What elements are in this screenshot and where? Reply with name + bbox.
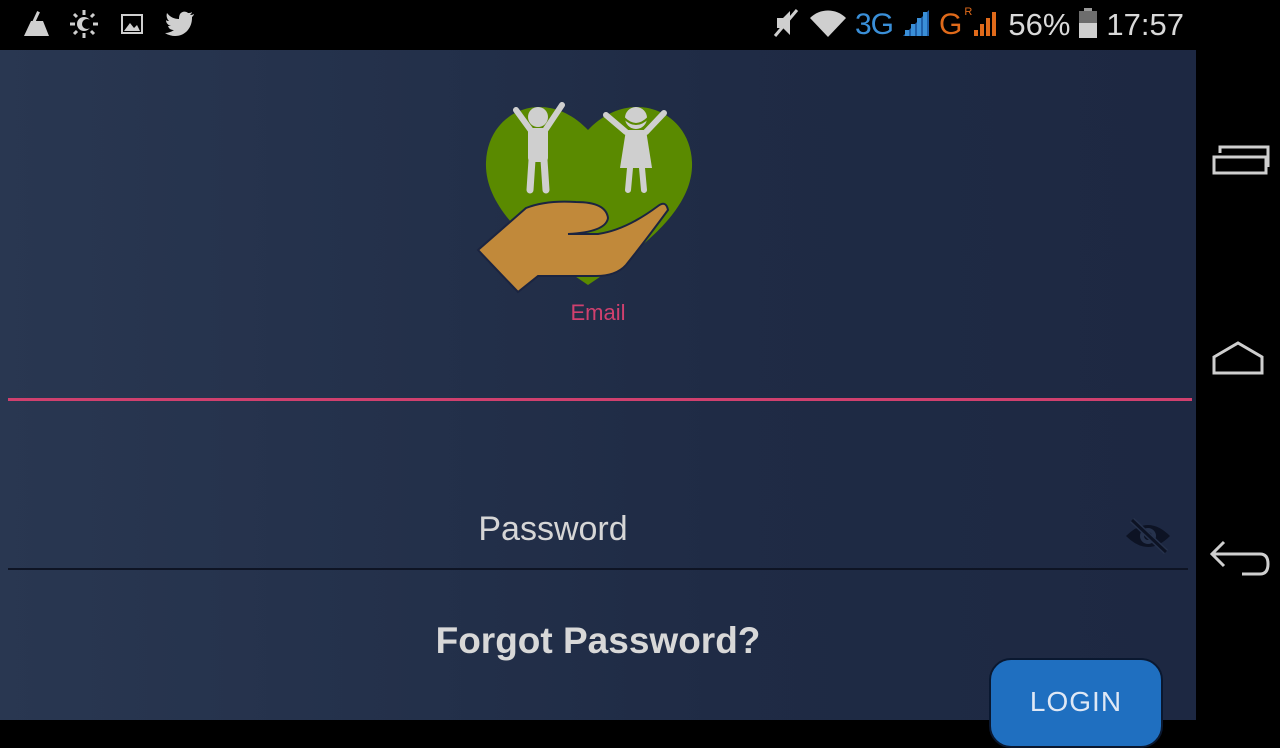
battery-percent: 56%	[1008, 7, 1071, 42]
email-field[interactable]	[8, 326, 1192, 401]
password-field[interactable]	[8, 490, 1188, 570]
brightness-icon	[68, 8, 100, 40]
back-icon	[1209, 540, 1270, 576]
clock: 17:57	[1106, 7, 1184, 42]
back-button[interactable]	[1206, 532, 1270, 582]
login-button[interactable]: LOGIN	[989, 658, 1163, 748]
mute-icon	[771, 6, 801, 45]
toggle-password-visibility-button[interactable]	[1124, 516, 1172, 556]
cleaner-icon	[20, 8, 52, 40]
login-screen: Email Forgot Password? LOGIN	[0, 50, 1196, 748]
signal-icon-3g	[901, 8, 931, 43]
navigation-bar	[1196, 0, 1280, 720]
notification-icons	[20, 8, 196, 40]
signal-icon-g	[970, 8, 1000, 43]
status-bar: 3G GR 56% 17:57	[0, 0, 1196, 50]
recent-apps-icon	[1212, 145, 1270, 175]
network-g-text: G	[939, 8, 963, 41]
wifi-icon	[809, 8, 847, 43]
recent-apps-button[interactable]	[1206, 135, 1270, 185]
twitter-icon	[164, 8, 196, 40]
gallery-icon	[116, 8, 148, 40]
network-g-label: GR	[939, 6, 972, 42]
eye-off-icon	[1126, 517, 1170, 555]
forgot-password-link[interactable]: Forgot Password?	[0, 620, 1196, 662]
email-label: Email	[570, 300, 626, 325]
home-icon	[1212, 341, 1264, 375]
app-logo	[476, 102, 693, 294]
battery-icon	[1078, 7, 1098, 44]
system-indicators: 3G GR 56% 17:57	[771, 5, 1184, 45]
home-button[interactable]	[1206, 335, 1270, 385]
network-3g-label: 3G	[855, 8, 894, 41]
roaming-indicator: R	[964, 6, 973, 18]
